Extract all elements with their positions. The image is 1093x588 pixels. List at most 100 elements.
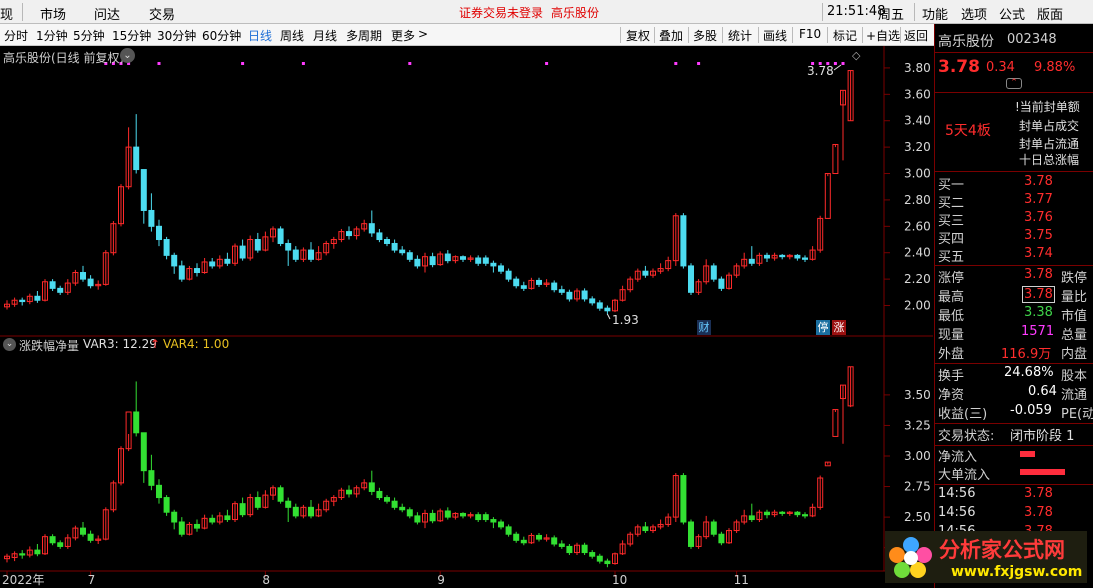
toolbar-separator bbox=[827, 27, 828, 43]
period-tab-more[interactable]: 更多 bbox=[391, 27, 415, 44]
price-candle bbox=[80, 272, 86, 280]
menu-item-formula[interactable]: 公式 bbox=[999, 4, 1025, 23]
period-tab-30min[interactable]: 30分钟 bbox=[157, 27, 196, 44]
stat-label: 跌停 bbox=[1061, 271, 1088, 286]
draw-line-button[interactable]: 画线 bbox=[763, 27, 787, 44]
panel-divider bbox=[935, 52, 1093, 53]
price-tick-label: 2.00 bbox=[904, 299, 931, 313]
more-arrow-icon[interactable]: > bbox=[418, 27, 428, 41]
chart-area[interactable]: 2.00 2.20 2.40 2.60 2.80 3.00 3.20 3.40 3.60 3.80… bbox=[0, 46, 933, 588]
signal-marker bbox=[157, 62, 161, 65]
price-candle bbox=[520, 285, 527, 289]
menu-item-layout[interactable]: 版面 bbox=[1037, 4, 1063, 23]
toolbar-separator bbox=[654, 27, 655, 43]
stat-row: 涨停 3.78 跌停 bbox=[938, 267, 1090, 286]
menu-item-options[interactable]: 选项 bbox=[961, 4, 987, 23]
period-tab-1min[interactable]: 1分钟 bbox=[36, 27, 68, 44]
back-button[interactable]: 返回 bbox=[904, 27, 928, 44]
bid-row[interactable]: 买一 3.78 bbox=[938, 174, 1090, 193]
mark-button[interactable]: 标记 bbox=[833, 27, 857, 44]
expand-up-icon[interactable]: ⌃ bbox=[1006, 78, 1022, 89]
indicator-candle bbox=[308, 506, 314, 517]
net-inflow-label: 净流入 bbox=[938, 450, 978, 465]
add-favorite-button[interactable]: +自选 bbox=[866, 27, 900, 44]
indicator-candle bbox=[490, 519, 497, 523]
period-tab-fenshi[interactable]: 分时 bbox=[4, 27, 28, 44]
panel-divider bbox=[935, 363, 1093, 364]
indicator-candle bbox=[498, 521, 504, 528]
price-candle bbox=[178, 265, 185, 280]
period-tab-5min[interactable]: 5分钟 bbox=[73, 27, 105, 44]
indicator-candle bbox=[19, 553, 26, 556]
indicator-tick-label: 3.00 bbox=[904, 449, 931, 463]
price-candle bbox=[482, 257, 489, 264]
menu-item-function[interactable]: 功能 bbox=[922, 4, 948, 23]
overlay-button[interactable]: 叠加 bbox=[659, 27, 683, 44]
menu-item-wenda[interactable]: 问达 bbox=[94, 4, 120, 23]
login-status[interactable]: 证券交易未登录 bbox=[459, 4, 543, 21]
indicator-candle bbox=[513, 533, 520, 541]
chevron-down-icon[interactable]: ⌄ bbox=[3, 338, 16, 351]
bid-row[interactable]: 买五 3.74 bbox=[938, 246, 1090, 265]
price-candle bbox=[498, 265, 504, 272]
bid-row[interactable]: 买三 3.76 bbox=[938, 210, 1090, 229]
panel-divider bbox=[935, 484, 1093, 485]
price-candle bbox=[194, 268, 200, 274]
indicator-candles bbox=[4, 366, 854, 568]
statistics-button[interactable]: 统计 bbox=[728, 27, 752, 44]
period-tab-daily[interactable]: 日线 bbox=[248, 27, 272, 44]
toolbar-separator bbox=[862, 27, 863, 43]
stat-label: 总量 bbox=[1061, 328, 1088, 343]
indicator-candle bbox=[391, 500, 398, 508]
stat-row: 收益(三) -0.059 PE(动 bbox=[938, 403, 1093, 422]
kline-chart-svg[interactable]: 2.00 2.20 2.40 2.60 2.80 3.00 3.20 3.40 3.60 3.80… bbox=[0, 46, 933, 588]
multi-stock-button[interactable]: 多股 bbox=[693, 27, 717, 44]
clock-weekday: 周五 bbox=[878, 8, 905, 23]
price-candle bbox=[399, 249, 406, 254]
price-candle bbox=[368, 223, 375, 234]
period-tab-weekly[interactable]: 周线 bbox=[280, 27, 304, 44]
indicator-candle bbox=[285, 500, 292, 508]
restore-rights-button[interactable]: 复权 bbox=[626, 27, 650, 44]
period-tab-monthly[interactable]: 月线 bbox=[313, 27, 337, 44]
seal-line: 十日总涨幅 bbox=[1019, 153, 1080, 167]
price-candle bbox=[505, 270, 512, 280]
stat-label: 涨停 bbox=[938, 271, 965, 286]
suspend-badge[interactable]: 停 bbox=[816, 320, 830, 335]
indicator-candle bbox=[80, 527, 86, 535]
menu-item-market[interactable]: 市场 bbox=[40, 4, 66, 23]
period-tab-60min[interactable]: 60分钟 bbox=[202, 27, 241, 44]
earnings-per-share: -0.059 bbox=[1010, 403, 1052, 418]
min-price-label: 1.93 bbox=[612, 313, 639, 327]
net-inflow-row: 净流入 bbox=[938, 446, 1090, 465]
indicator-candle bbox=[460, 512, 466, 517]
bid-row[interactable]: 买四 3.75 bbox=[938, 228, 1090, 247]
indicator-candle bbox=[475, 514, 482, 521]
indicator-candle bbox=[444, 510, 451, 518]
indicator-candle bbox=[596, 555, 603, 562]
site-watermark: 分析家公式网 www.fxjgsw.com bbox=[885, 531, 1087, 583]
indicator-candle bbox=[680, 475, 687, 523]
period-tab-15min[interactable]: 15分钟 bbox=[112, 27, 151, 44]
price-candle bbox=[285, 242, 292, 251]
toolbar-separator bbox=[792, 27, 793, 43]
price-candle bbox=[566, 291, 573, 300]
price-tick-label: 2.40 bbox=[904, 246, 931, 260]
menu-item-trade[interactable]: 交易 bbox=[149, 4, 175, 23]
panel-divider bbox=[935, 171, 1093, 172]
chevron-down-icon[interactable]: ⌄ bbox=[120, 48, 135, 63]
price-tick-label: 2.80 bbox=[904, 193, 931, 207]
period-tab-multi[interactable]: 多周期 bbox=[346, 27, 382, 44]
indicator-candle bbox=[429, 512, 436, 522]
earnings-badge[interactable]: 财 bbox=[697, 320, 711, 335]
stock-name-link[interactable]: 高乐股份 bbox=[551, 4, 599, 21]
indicator-candle bbox=[710, 521, 717, 535]
stat-label: 净资 bbox=[938, 388, 965, 403]
time-tick-label: 10 bbox=[612, 573, 627, 587]
menu-item-xian[interactable]: 现 bbox=[0, 4, 13, 23]
stat-row: 换手 24.68% 股本 bbox=[938, 365, 1090, 384]
bid-row[interactable]: 买二 3.77 bbox=[938, 192, 1090, 211]
price-candle bbox=[513, 278, 520, 287]
f10-button[interactable]: F10 bbox=[799, 27, 821, 41]
limit-up-badge[interactable]: 涨 bbox=[832, 320, 846, 335]
